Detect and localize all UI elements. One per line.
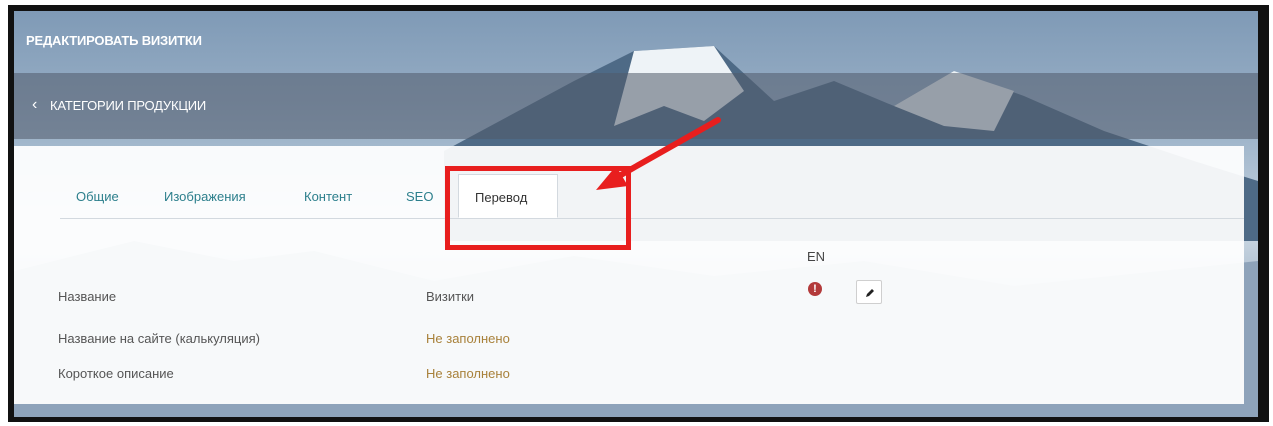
tab-general[interactable]: Общие (76, 189, 119, 204)
pencil-icon (866, 289, 874, 297)
chevron-left-icon[interactable]: ‹ (32, 97, 37, 113)
row-label-site-name: Название на сайте (калькуляция) (58, 331, 261, 346)
tab-content[interactable]: Контент (304, 189, 352, 204)
tab-seo[interactable]: SEO (406, 189, 433, 204)
row-value-short-description: Не заполнено (426, 366, 510, 381)
page-header: РЕДАКТИРОВАТЬ ВИЗИТКИ (14, 11, 1258, 73)
row-label-short-description: Короткое описание (58, 366, 174, 381)
exclamation-circle-icon: ! (808, 282, 822, 296)
breadcrumb-bar: ‹ КАТЕГОРИИ ПРОДУКЦИИ (14, 73, 1258, 139)
page-title: РЕДАКТИРОВАТЬ ВИЗИТКИ (26, 33, 202, 48)
tabs-divider (60, 218, 1244, 219)
row-label-name: Название (58, 289, 117, 304)
tab-images[interactable]: Изображения (164, 189, 246, 204)
edit-translation-button[interactable] (856, 280, 882, 304)
row-value-name: Визитки (426, 289, 475, 304)
row-value-site-name: Не заполнено (426, 331, 510, 346)
language-code: EN (807, 249, 826, 264)
back-link[interactable]: КАТЕГОРИИ ПРОДУКЦИИ (50, 98, 206, 113)
highlight-box (445, 166, 631, 250)
